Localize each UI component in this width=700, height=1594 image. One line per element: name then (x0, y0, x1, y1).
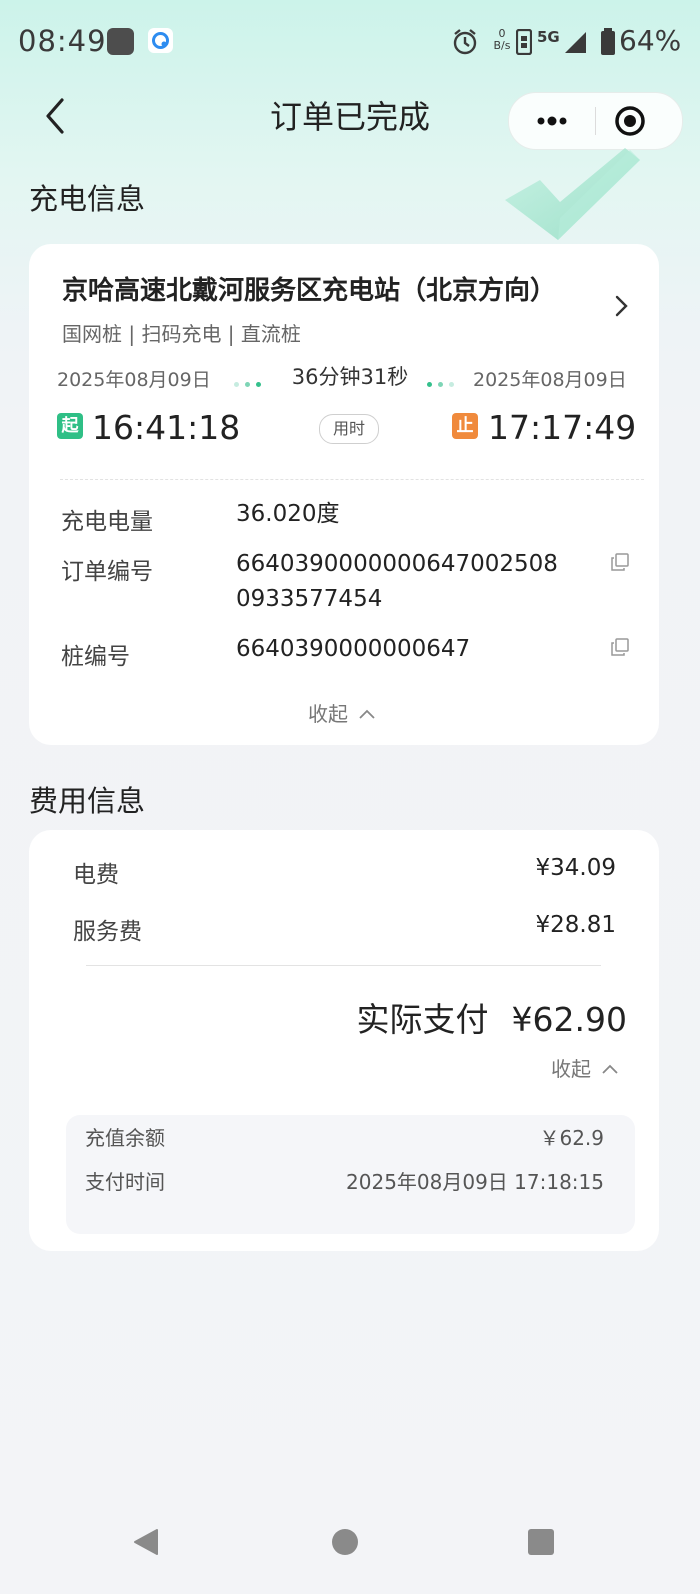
actual-payment: 实际支付 ¥62.90 (300, 993, 627, 1041)
nav-recent-icon[interactable] (526, 1527, 556, 1561)
pay-time-value: 2025年08月09日 17:18:15 (346, 1170, 604, 1194)
chevron-up-icon (359, 704, 375, 723)
start-time: 16:41:18 (92, 408, 241, 447)
service-fee-value: ¥28.81 (535, 912, 616, 938)
battery-percent: 64% (619, 24, 682, 57)
alarm-icon (452, 28, 478, 60)
actual-pay-value: ¥62.90 (511, 1000, 627, 1039)
pile-number-value: 6640390000000647 (236, 636, 471, 662)
copy-icon[interactable] (611, 638, 629, 656)
end-badge: 止 (452, 413, 478, 439)
station-tags: 国网桩 | 扫码充电 | 直流桩 (62, 322, 301, 346)
balance-label: 充值余额 (85, 1126, 165, 1150)
nav-home-icon[interactable] (330, 1527, 360, 1561)
actual-pay-label: 实际支付 (356, 1000, 489, 1039)
collapse-label: 收起 (308, 702, 348, 726)
close-target-icon[interactable] (614, 105, 646, 137)
progress-dots-right (427, 372, 460, 391)
fee-collapse-toggle[interactable]: 收起 (551, 1053, 618, 1082)
battery-icon (600, 28, 616, 60)
order-number-label: 订单编号 (61, 559, 153, 585)
collapse-label: 收起 (551, 1057, 591, 1081)
electricity-fee-label: 电费 (73, 862, 119, 888)
end-time: 17:17:49 (488, 408, 637, 447)
balance-value: ￥62.9 (539, 1126, 604, 1150)
fee-info-heading: 费用信息 (29, 784, 146, 818)
used-time-tag: 用时 (319, 414, 379, 444)
more-icon[interactable] (529, 107, 575, 135)
status-bar: 08:49 0 B/s 5G 64% (0, 0, 700, 88)
station-name[interactable]: 京哈高速北戴河服务区充电站（北京方向） (62, 270, 556, 307)
start-date: 2025年08月09日 (57, 369, 211, 391)
network-type: 5G (537, 28, 560, 46)
start-badge: 起 (57, 413, 83, 439)
charging-duration: 36分钟31秒 (291, 365, 409, 389)
browser-notification-icon (148, 28, 173, 53)
completed-check-decoration (500, 140, 670, 250)
net-speed: 0 B/s (493, 27, 511, 52)
charging-collapse-toggle[interactable]: 收起 (308, 698, 375, 727)
nav-back-icon[interactable] (131, 1527, 161, 1561)
energy-value: 36.020度 (236, 501, 340, 527)
pay-time-label: 支付时间 (85, 1170, 165, 1194)
progress-dots-left (234, 372, 267, 391)
status-time: 08:49 (18, 24, 107, 58)
order-number-line1: 6640390000000647002508 (236, 551, 558, 577)
sim-icon (515, 28, 533, 59)
end-date: 2025年08月09日 (473, 369, 627, 391)
pile-number-label: 桩编号 (61, 644, 130, 670)
service-fee-label: 服务费 (73, 919, 142, 945)
copy-icon[interactable] (611, 553, 629, 571)
order-number-line2: 0933577454 (236, 586, 383, 612)
signal-icon (563, 30, 587, 58)
chevron-right-icon[interactable] (612, 294, 630, 322)
fee-divider (86, 965, 601, 966)
electricity-fee-value: ¥34.09 (535, 855, 616, 881)
divider (60, 479, 644, 480)
chevron-up-icon (602, 1059, 618, 1078)
charging-info-heading: 充电信息 (29, 182, 146, 216)
app-notification-icon (107, 28, 134, 55)
energy-label: 充电电量 (61, 509, 153, 535)
